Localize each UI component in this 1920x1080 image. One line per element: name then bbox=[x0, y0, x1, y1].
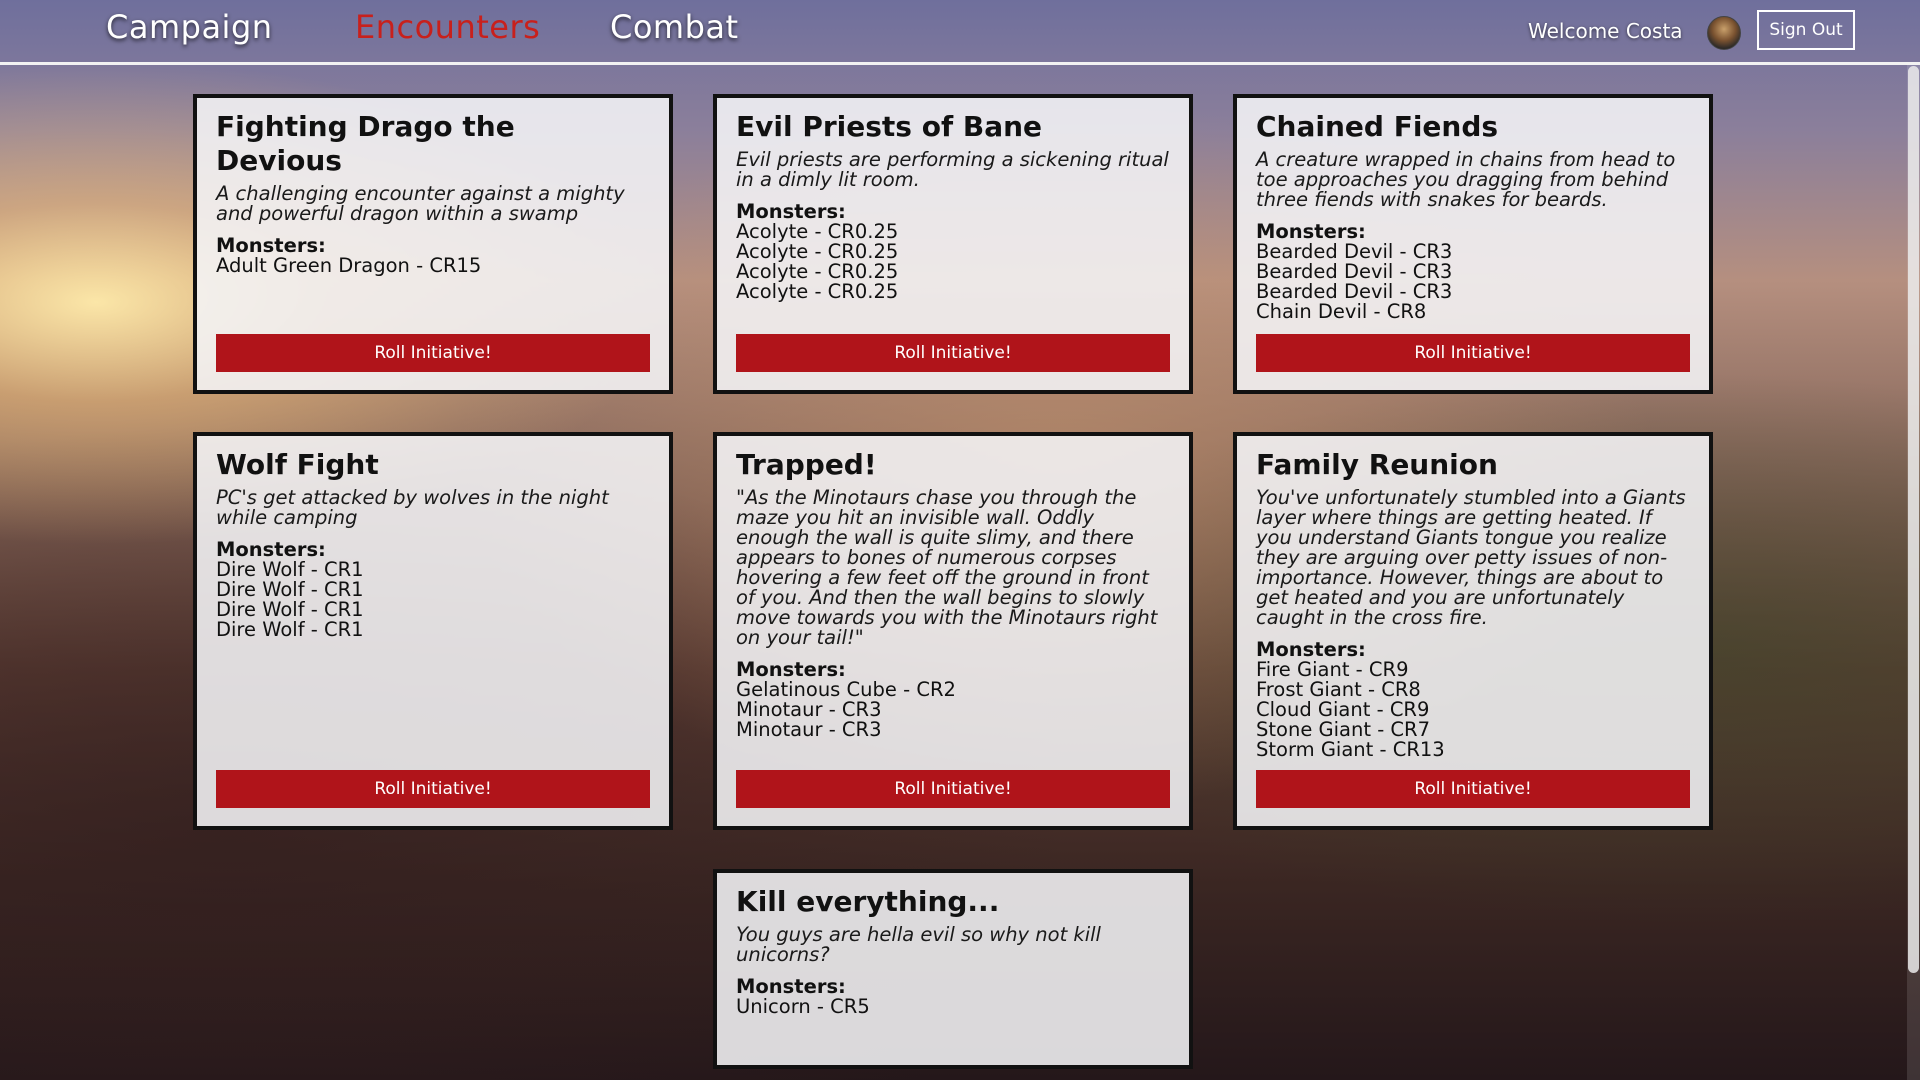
monsters-label: Monsters: bbox=[736, 200, 846, 223]
monsters-label: Monsters: bbox=[736, 975, 846, 998]
monster-item: Dire Wolf - CR1 bbox=[216, 618, 364, 641]
avatar[interactable] bbox=[1707, 16, 1741, 50]
encounter-card: Chained Fiends A creature wrapped in cha… bbox=[1233, 94, 1713, 394]
monster-item: Dire Wolf - CR1 bbox=[216, 578, 364, 601]
roll-initiative-button[interactable]: Roll Initiative! bbox=[1256, 334, 1690, 372]
monster-item: Dire Wolf - CR1 bbox=[216, 598, 364, 621]
encounter-card: Evil Priests of Bane Evil priests are pe… bbox=[713, 94, 1193, 394]
nav-encounters[interactable]: Encounters bbox=[355, 8, 540, 46]
encounter-title: Chained Fiends bbox=[1256, 110, 1499, 143]
monsters-label: Monsters: bbox=[216, 538, 326, 561]
monster-item: Bearded Devil - CR3 bbox=[1256, 260, 1453, 283]
nav-campaign[interactable]: Campaign bbox=[106, 8, 273, 46]
encounter-card: Family Reunion You've unfortunately stum… bbox=[1233, 432, 1713, 830]
monster-item: Acolyte - CR0.25 bbox=[736, 220, 899, 243]
encounter-description: A creature wrapped in chains from head t… bbox=[1256, 148, 1676, 211]
encounter-description: Evil priests are performing a sickening … bbox=[736, 148, 1169, 191]
roll-initiative-button[interactable]: Roll Initiative! bbox=[736, 770, 1170, 808]
encounter-description: PC's get attacked by wolves in the night… bbox=[216, 486, 609, 529]
welcome-text: Welcome Costa bbox=[1528, 19, 1683, 43]
top-nav: Campaign Encounters Combat Welcome Costa… bbox=[0, 0, 1920, 65]
monster-item: Adult Green Dragon - CR15 bbox=[216, 254, 482, 277]
roll-initiative-button[interactable]: Roll Initiative! bbox=[1256, 770, 1690, 808]
sign-out-button[interactable]: Sign Out bbox=[1757, 10, 1855, 50]
monster-item: Acolyte - CR0.25 bbox=[736, 260, 899, 283]
encounter-title: Family Reunion bbox=[1256, 448, 1498, 481]
monster-item: Frost Giant - CR8 bbox=[1256, 678, 1421, 701]
roll-initiative-button[interactable]: Roll Initiative! bbox=[736, 334, 1170, 372]
encounter-description: A challenging encounter against a mighty… bbox=[216, 182, 625, 225]
encounter-title: Fighting Drago the Devious bbox=[216, 110, 515, 177]
monster-item: Bearded Devil - CR3 bbox=[1256, 240, 1453, 263]
encounter-description: "As the Minotaurs chase you through the … bbox=[736, 486, 1158, 649]
monsters-label: Monsters: bbox=[1256, 220, 1366, 243]
encounter-title: Trapped! bbox=[736, 448, 877, 481]
scrollbar-thumb[interactable] bbox=[1908, 66, 1919, 973]
encounter-description: You guys are hella evil so why not kill … bbox=[736, 923, 1101, 966]
monsters-label: Monsters: bbox=[216, 234, 326, 257]
encounter-card: Trapped! "As the Minotaurs chase you thr… bbox=[713, 432, 1193, 830]
monster-item: Dire Wolf - CR1 bbox=[216, 558, 364, 581]
nav-combat[interactable]: Combat bbox=[610, 8, 739, 46]
roll-initiative-button[interactable]: Roll Initiative! bbox=[216, 770, 650, 808]
monsters-label: Monsters: bbox=[736, 658, 846, 681]
monster-item: Minotaur - CR3 bbox=[736, 718, 882, 741]
monster-item: Minotaur - CR3 bbox=[736, 698, 882, 721]
monster-item: Cloud Giant - CR9 bbox=[1256, 698, 1430, 721]
monsters-label: Monsters: bbox=[1256, 638, 1366, 661]
monster-item: Bearded Devil - CR3 bbox=[1256, 280, 1453, 303]
monster-item: Acolyte - CR0.25 bbox=[736, 240, 899, 263]
encounter-title: Evil Priests of Bane bbox=[736, 110, 1043, 143]
monster-item: Chain Devil - CR8 bbox=[1256, 300, 1427, 323]
monster-item: Fire Giant - CR9 bbox=[1256, 658, 1409, 681]
encounter-title: Kill everything... bbox=[736, 885, 1000, 918]
encounter-card: Wolf Fight PC's get attacked by wolves i… bbox=[193, 432, 673, 830]
roll-initiative-button[interactable]: Roll Initiative! bbox=[216, 334, 650, 372]
encounter-card: Fighting Drago the Devious A challenging… bbox=[193, 94, 673, 394]
monster-item: Storm Giant - CR13 bbox=[1256, 738, 1445, 761]
monster-item: Gelatinous Cube - CR2 bbox=[736, 678, 956, 701]
monster-item: Stone Giant - CR7 bbox=[1256, 718, 1430, 741]
encounter-description: You've unfortunately stumbled into a Gia… bbox=[1256, 486, 1686, 629]
encounter-title: Wolf Fight bbox=[216, 448, 379, 481]
encounter-card: Kill everything... You guys are hella ev… bbox=[713, 869, 1193, 1069]
monster-item: Unicorn - CR5 bbox=[736, 995, 870, 1018]
monster-item: Acolyte - CR0.25 bbox=[736, 280, 899, 303]
